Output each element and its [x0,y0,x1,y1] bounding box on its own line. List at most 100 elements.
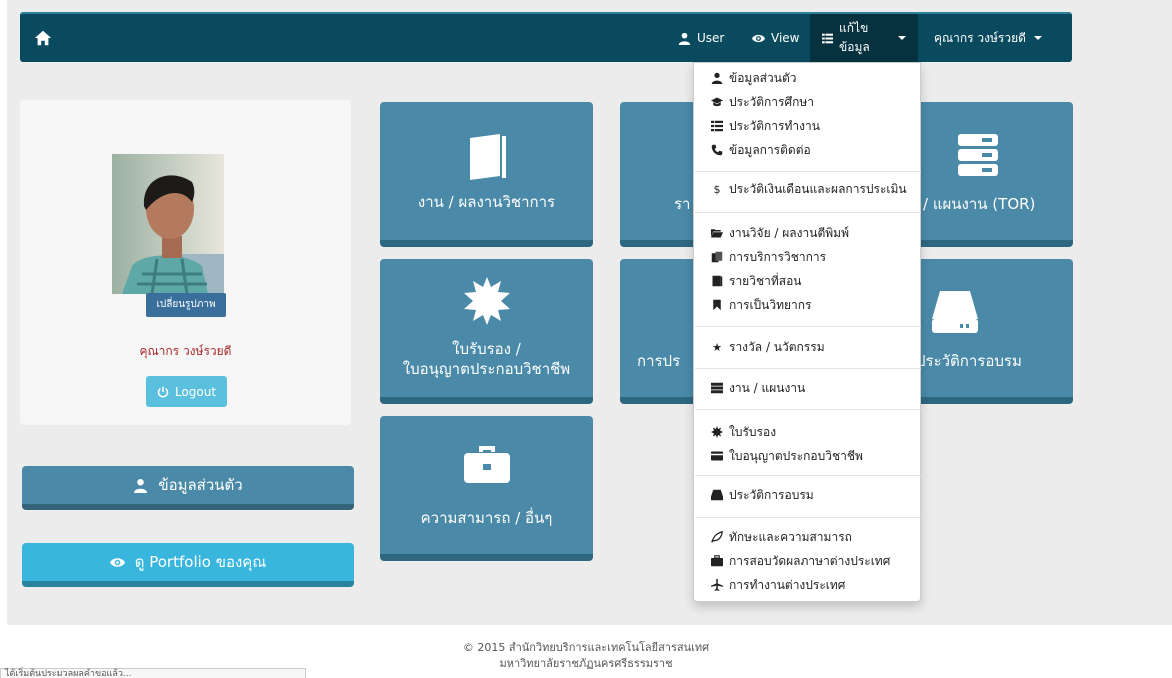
bookmark-icon [713,299,721,311]
top-navbar: User View แก้ไขข้อมูล คุณากร วงษ์รวยดี [20,12,1072,62]
caret-down-icon [1033,36,1042,40]
dropdown-item-skills[interactable]: ทักษะและความสามารถ [694,525,920,549]
tile-skills-label: ความสามารถ / อื่นๆ [420,509,553,527]
browser-status-bar: ได้เริ่มต้นประมวลผลคำขอแล้ว... [0,668,306,678]
certificate-icon [463,277,510,325]
tile-assessment-label: การปร [637,352,681,370]
change-photo-button[interactable]: เปลี่ยนรูปภาพ [146,293,226,317]
nav-account-dropdown[interactable]: คุณากร วงษ์รวยดี [922,14,1054,62]
dropdown-item-label: การบริการวิชาการ [729,249,827,264]
dropdown-item-license[interactable]: ใบอนุญาตประกอบวิชาชีพ [694,444,920,468]
dropdown-divider [695,212,921,213]
dropdown-item-certificate[interactable]: ใบรับรอง [694,420,920,444]
dropdown-item-label: งานวิจัย / ผลงานตีพิมพ์ [729,225,849,240]
dropdown-item-personal-info[interactable]: ข้อมูลส่วนตัว [694,66,920,90]
dropdown-item-research[interactable]: งานวิจัย / ผลงานตีพิมพ์ [694,221,920,245]
dropdown-item-label: ประวัติการทำงาน [729,118,820,133]
edit-data-dropdown-menu: ข้อมูลส่วนตัว ประวัติการศึกษา ประวัติการ… [693,62,921,602]
dropdown-item-speaker[interactable]: การเป็นวิทยากร [694,293,920,317]
view-portfolio-button[interactable]: ดู Portfolio ของคุณ [22,543,354,587]
dropdown-item-salary[interactable]: $ ประวัติเงินเดือนและผลการประเมิน [694,177,920,201]
dropdown-item-academic-service[interactable]: การบริการวิชาการ [694,245,920,269]
nav-account-name: คุณากร วงษ์รวยดี [934,30,1026,45]
dropdown-divider [695,517,921,518]
dropdown-item-label: ประวัติการอบรม [729,487,814,502]
dropdown-item-label: การเป็นวิทยากร [729,297,812,312]
footer-copyright: © 2015 สำนักวิทยบริการและเทคโนโลยีสารสนเ… [462,641,710,654]
dropdown-divider [695,409,921,410]
avatar [112,154,224,294]
user-icon [678,32,691,45]
user-icon [134,478,148,493]
logout-label: Logout [174,384,217,399]
dropdown-item-label: รายวิชาที่สอน [729,273,802,288]
phone-icon [711,144,723,156]
dropdown-item-label: ข้อมูลส่วนตัว [729,70,797,85]
profile-name: คุณากร วงษ์รวยดี [139,344,232,358]
personal-info-label: ข้อมูลส่วนตัว [158,476,243,494]
dropdown-item-label: รางวัล / นวัตกรรม [729,339,825,354]
folder-open-icon [711,229,723,238]
tile-academic-works[interactable]: งาน / ผลงานวิชาการ [380,102,593,247]
nav-edit-label: แก้ไขข้อมูล [839,21,870,54]
user-icon [711,72,723,84]
dropdown-divider [695,326,921,327]
tile-training-label: ประวัติการอบรม [916,352,1022,370]
book-icon [712,275,723,287]
dropdown-item-training[interactable]: ประวัติการอบรม [694,483,920,507]
logout-button[interactable]: Logout [146,376,227,407]
dropdown-item-work-history[interactable]: ประวัติการทำงาน [694,114,920,138]
nav-user-link[interactable]: User [666,14,736,62]
dropdown-item-label: ทักษะและความสามารถ [729,529,852,544]
tile-license[interactable]: ใบรับรอง / ใบอนุญาตประกอบวิชาชีพ [380,259,593,404]
plane-icon [711,579,723,591]
dropdown-item-label: ประวัติเงินเดือนและผลการประเมิน [729,181,907,196]
hdd-icon [932,291,978,333]
nav-edit-dropdown-toggle[interactable]: แก้ไขข้อมูล [810,14,918,62]
tasks-icon [958,134,998,176]
dropdown-item-label: ประวัติการศึกษา [729,94,815,109]
dropdown-item-work-abroad[interactable]: การทำงานต่างประเทศ [694,573,920,597]
tasks-icon [711,382,723,394]
home-icon[interactable] [34,29,52,47]
dropdown-item-label: ใบรับรอง [729,424,777,439]
tile-courses-label: รา [674,195,691,213]
dropdown-item-label: การทำงานต่างประเทศ [729,577,846,592]
dropdown-item-courses-taught[interactable]: รายวิชาที่สอน [694,269,920,293]
nav-view-label: View [771,31,800,45]
hdd-icon [711,489,723,501]
tile-work-plan-label: / แผนงาน (TOR) [923,195,1036,213]
dropdown-item-education[interactable]: ประวัติการศึกษา [694,90,920,114]
tile-skills[interactable]: ความสามารถ / อื่นๆ [380,416,593,561]
caret-down-icon [898,36,906,40]
tile-license-line1: ใบรับรอง / [452,340,521,358]
power-icon [157,386,169,397]
dropdown-item-label: งาน / แผนงาน [729,380,806,395]
eye-icon [752,34,765,42]
credit-card-icon [711,451,723,461]
view-portfolio-label: ดู Portfolio ของคุณ [134,553,267,571]
briefcase-icon [711,555,723,567]
dropdown-item-work-plan[interactable]: งาน / แผนงาน [694,376,920,400]
dropdown-item-label: การสอบวัดผลภาษาต่างประเทศ [729,553,891,568]
dropdown-divider [695,475,921,476]
tile-license-line2: ใบอนุญาตประกอบวิชาชีพ [402,360,571,378]
book-icon [469,134,506,180]
nav-view-link[interactable]: View [740,14,811,62]
personal-info-button[interactable]: ข้อมูลส่วนตัว [22,466,354,510]
eye-icon [109,557,125,567]
tile-academic-label: งาน / ผลงานวิชาการ [417,193,556,211]
dropdown-item-awards[interactable]: ★ รางวัล / นวัตกรรม [694,335,920,359]
leaf-icon [711,531,723,543]
dropdown-divider [695,171,921,172]
dropdown-item-language-test[interactable]: การสอบวัดผลภาษาต่างประเทศ [694,549,920,573]
nav-user-label: User [697,31,725,45]
list-icon [822,33,834,43]
dropdown-item-contact[interactable]: ข้อมูลการติดต่อ [694,138,920,162]
files-icon [711,251,723,263]
dropdown-item-label: ข้อมูลการติดต่อ [729,142,811,157]
graduation-cap-icon [711,97,723,107]
list-icon [711,120,723,132]
star-icon: ★ [712,340,722,354]
profile-card: เปลี่ยนรูปภาพ คุณากร วงษ์รวยดี Logout [20,100,351,425]
